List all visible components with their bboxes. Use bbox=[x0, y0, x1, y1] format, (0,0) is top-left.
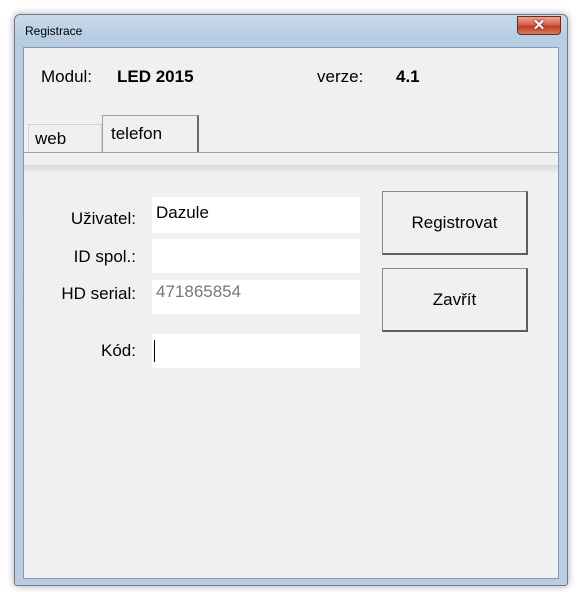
hd-serial-label: HD serial: bbox=[61, 284, 136, 303]
register-button[interactable]: Registrovat bbox=[382, 191, 528, 255]
module-info: Modul: LED 2015 verze: 4.1 bbox=[24, 48, 558, 88]
dialog-client-area: Modul: LED 2015 verze: 4.1 web telefon U… bbox=[23, 47, 559, 579]
modul-value: LED 2015 bbox=[117, 67, 194, 86]
tab-web-label: web bbox=[35, 129, 67, 148]
close-button[interactable]: Zavřít bbox=[382, 268, 528, 332]
title-bar[interactable]: Registrace ✕ bbox=[15, 15, 567, 47]
verze-value: 4.1 bbox=[396, 67, 420, 86]
panel-separator bbox=[24, 165, 558, 173]
tab-telefon[interactable]: telefon bbox=[102, 115, 199, 152]
window-title: Registrace bbox=[25, 24, 83, 38]
close-window-button[interactable]: ✕ bbox=[517, 16, 561, 35]
company-id-label: ID spol.: bbox=[73, 247, 136, 266]
tab-web[interactable]: web bbox=[28, 124, 102, 152]
company-id-field[interactable] bbox=[152, 239, 360, 273]
close-icon: ✕ bbox=[532, 17, 546, 34]
tab-panel-telefon: Uživatel: Dazule ID spol.: HD serial: 47… bbox=[24, 152, 558, 578]
modul-label: Modul: bbox=[41, 67, 93, 86]
user-field[interactable]: Dazule bbox=[152, 197, 360, 233]
verze-label: verze: bbox=[317, 67, 364, 86]
code-label: Kód: bbox=[101, 341, 136, 360]
hd-serial-field: 471865854 bbox=[152, 280, 360, 314]
close-button-label: Zavřít bbox=[432, 289, 477, 309]
user-label: Uživatel: bbox=[70, 209, 136, 228]
text-cursor bbox=[154, 340, 155, 362]
registration-window: Registrace ✕ Modul: LED 2015 verze: 4.1 … bbox=[14, 14, 568, 586]
tab-telefon-label: telefon bbox=[111, 124, 163, 143]
code-field[interactable] bbox=[152, 334, 360, 368]
register-button-label: Registrovat bbox=[411, 212, 498, 232]
